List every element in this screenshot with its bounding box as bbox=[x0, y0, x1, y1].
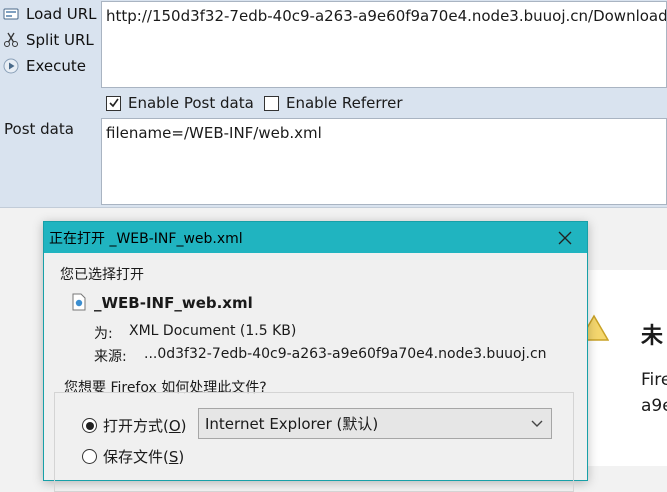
load-url-icon bbox=[2, 5, 20, 23]
post-data-label: Post data bbox=[4, 120, 74, 138]
application-select[interactable]: Internet Explorer (默认) bbox=[198, 408, 552, 439]
open-file-dialog: 正在打开 _WEB-INF_web.xml 您已选择打开 _WEB-INF_we… bbox=[43, 221, 588, 492]
type-value: XML Document (1.5 KB) bbox=[129, 323, 297, 339]
background-title: 未 bbox=[641, 324, 664, 349]
hackbar-panel: Load URL Split URL Execute http://150d3f… bbox=[0, 0, 667, 208]
xml-file-icon bbox=[71, 293, 87, 315]
execute-button[interactable]: Execute bbox=[2, 54, 86, 78]
split-url-button[interactable]: Split URL bbox=[2, 28, 94, 52]
application-selected: Internet Explorer (默认) bbox=[205, 415, 379, 433]
enable-post-label: Enable Post data bbox=[128, 94, 254, 112]
split-url-label: Split URL bbox=[26, 31, 94, 49]
source-label: 来源: bbox=[94, 349, 127, 365]
chosen-label: 您已选择打开 bbox=[60, 267, 144, 283]
background-page: 未 Fire a9e bbox=[578, 270, 667, 466]
file-name: _WEB-INF_web.xml bbox=[94, 294, 253, 312]
enable-referrer-label: Enable Referrer bbox=[286, 94, 403, 112]
handling-options-group bbox=[54, 392, 574, 492]
open-with-radio[interactable]: 打开方式(O) bbox=[82, 415, 187, 436]
load-url-button[interactable]: Load URL bbox=[2, 2, 97, 26]
open-with-label: 打开方式(O) bbox=[103, 417, 187, 435]
dialog-titlebar[interactable]: 正在打开 _WEB-INF_web.xml bbox=[44, 222, 587, 253]
dialog-title: 正在打开 _WEB-INF_web.xml bbox=[49, 230, 243, 247]
scissors-icon bbox=[2, 31, 20, 49]
background-line-2: a9e bbox=[641, 396, 667, 416]
load-url-label: Load URL bbox=[26, 5, 97, 23]
open-with-radio-button[interactable] bbox=[82, 418, 97, 433]
execute-label: Execute bbox=[26, 57, 86, 75]
enable-post-checkbox[interactable]: Enable Post data bbox=[106, 94, 254, 112]
enable-referrer-check[interactable] bbox=[264, 95, 279, 111]
save-file-radio[interactable]: 保存文件(S) bbox=[82, 446, 184, 467]
source-value: ...0d3f32-7edb-40c9-a263-a9e60f9a70e4.no… bbox=[144, 346, 547, 362]
close-button[interactable] bbox=[543, 222, 587, 253]
enable-post-check[interactable] bbox=[106, 95, 121, 111]
enable-referrer-checkbox[interactable]: Enable Referrer bbox=[264, 94, 402, 112]
close-icon bbox=[558, 231, 572, 244]
background-line-1: Fire bbox=[641, 370, 667, 390]
chevron-down-icon bbox=[531, 420, 543, 427]
url-input[interactable]: http://150d3f32-7edb-40c9-a263-a9e60f9a7… bbox=[101, 1, 667, 88]
save-file-label: 保存文件(S) bbox=[103, 448, 185, 466]
save-file-radio-button[interactable] bbox=[82, 449, 97, 464]
post-data-input[interactable]: filename=/WEB-INF/web.xml bbox=[101, 118, 667, 205]
play-icon bbox=[2, 57, 20, 75]
type-label: 为: bbox=[94, 326, 113, 342]
